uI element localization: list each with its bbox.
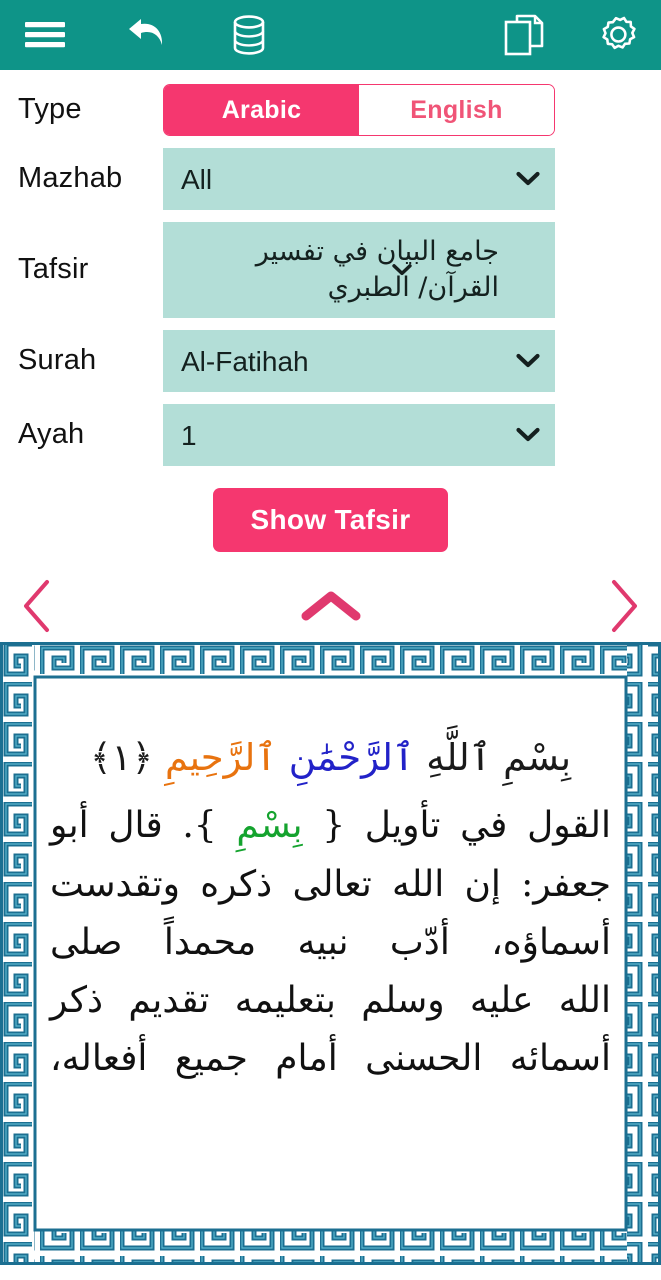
- surah-dropdown[interactable]: Al-Fatihah: [163, 330, 555, 392]
- app-bar-right-group: [501, 12, 639, 58]
- label-mazhab: Mazhab: [18, 162, 123, 195]
- tafsir-dropdown[interactable]: جامع البيان في تفسير القرآن/ الطبري: [163, 222, 555, 318]
- show-tafsir-button[interactable]: Show Tafsir: [212, 488, 449, 552]
- tafsir-highlighted-token: بِسْمِ: [236, 805, 303, 847]
- surah-dropdown-value: Al-Fatihah: [181, 345, 309, 377]
- label-ayah: Ayah: [18, 418, 85, 451]
- field-tafsir: جامع البيان في تفسير القرآن/ الطبري: [163, 222, 661, 318]
- chevron-down-icon: [515, 166, 541, 192]
- tafsir-line-2: جعفر: إن الله تعالى ذكره وتقدست: [50, 863, 611, 905]
- copy-pages-icon[interactable]: [501, 12, 547, 58]
- chevron-down-icon: [515, 422, 541, 448]
- verse-word-arrahman: ٱلرَّحْمَٰنِ: [276, 736, 415, 779]
- verse-ayah-marker: ﴿١﴾: [89, 736, 154, 779]
- selection-form: Type Arabic English Mazhab All Tafsir جا…: [0, 70, 661, 570]
- field-mazhab: All: [163, 148, 661, 210]
- menu-icon[interactable]: [22, 12, 68, 58]
- undo-icon[interactable]: [124, 12, 170, 58]
- form-row-ayah: Ayah 1: [0, 398, 661, 472]
- type-option-english[interactable]: English: [359, 85, 554, 135]
- form-row-type: Type Arabic English: [0, 78, 661, 142]
- verse-navigation-bar: [0, 570, 661, 642]
- tafsir-line-3: أسماؤه، أدّب نبيه محمداً صلى: [50, 921, 611, 963]
- app-root: Type Arabic English Mazhab All Tafsir جا…: [0, 0, 661, 1280]
- label-type: Type: [18, 93, 82, 126]
- tafsir-line-4: الله عليه وسلم بتعليمه تقديم ذكر: [50, 980, 611, 1022]
- field-ayah: 1: [163, 404, 661, 466]
- form-row-tafsir: Tafsir جامع البيان في تفسير القرآن/ الطب…: [0, 216, 661, 324]
- chevron-right-icon[interactable]: [601, 576, 645, 636]
- field-type: Arabic English: [163, 84, 661, 136]
- tafsir-line: أسمائه الحسنى أمام جميع أفعاله،: [50, 1030, 611, 1088]
- verse-word-arraheem: ٱلرَّحِيمِ: [153, 736, 277, 779]
- app-bar-left-group: [22, 12, 272, 58]
- chevron-left-icon[interactable]: [16, 576, 60, 636]
- app-bar: [0, 0, 661, 70]
- tafsir-line-1: القول في تأويل { بِسْمِ }. قال أبو: [50, 805, 612, 847]
- mazhab-dropdown[interactable]: All: [163, 148, 555, 210]
- form-row-surah: Surah Al-Fatihah: [0, 324, 661, 398]
- tafsir-line: جعفر: إن الله تعالى ذكره وتقدست: [50, 856, 611, 914]
- type-segmented-control[interactable]: Arabic English: [163, 84, 555, 136]
- field-surah: Al-Fatihah: [163, 330, 661, 392]
- ayah-dropdown[interactable]: 1: [163, 404, 555, 466]
- label-tafsir: Tafsir: [18, 253, 89, 286]
- verse-word-bismi: بِسْمِ: [491, 736, 572, 779]
- database-icon[interactable]: [226, 12, 272, 58]
- tafsir-text: القول في تأويل { بِسْمِ }. قال أبو جعفر:…: [40, 793, 621, 1089]
- ayah-dropdown-value: 1: [181, 419, 197, 451]
- tafsir-scroll-area[interactable]: بِسْمِ ٱللَّهِ ٱلرَّحْمَٰنِ ٱلرَّحِيمِ ﴿…: [40, 676, 621, 1265]
- mazhab-dropdown-value: All: [181, 163, 213, 195]
- chevron-down-icon: [389, 257, 415, 283]
- tafsir-line: الله عليه وسلم بتعليمه تقديم ذكر: [50, 972, 611, 1030]
- tafsir-panel[interactable]: بِسْمِ ٱللَّهِ ٱلرَّحْمَٰنِ ٱلرَّحِيمِ ﴿…: [0, 642, 661, 1265]
- quran-verse: بِسْمِ ٱللَّهِ ٱلرَّحْمَٰنِ ٱلرَّحِيمِ ﴿…: [40, 728, 621, 787]
- verse-word-allah: ٱللَّهِ: [414, 736, 492, 779]
- type-option-arabic[interactable]: Arabic: [164, 85, 359, 135]
- tafsir-line: أسماؤه، أدّب نبيه محمداً صلى: [50, 914, 611, 972]
- tafsir-line: القول في تأويل { بِسْمِ }. قال أبو: [50, 797, 611, 855]
- chevron-up-icon[interactable]: [296, 584, 366, 628]
- gear-icon[interactable]: [593, 12, 639, 58]
- form-row-mazhab: Mazhab All: [0, 142, 661, 216]
- submit-row: Show Tafsir: [0, 472, 661, 570]
- tafsir-line-5: أسمائه الحسنى أمام جميع أفعاله،: [50, 1038, 611, 1080]
- tafsir-dropdown-value: جامع البيان في تفسير القرآن/ الطبري: [255, 235, 499, 303]
- chevron-down-icon: [515, 348, 541, 374]
- label-surah: Surah: [18, 344, 97, 377]
